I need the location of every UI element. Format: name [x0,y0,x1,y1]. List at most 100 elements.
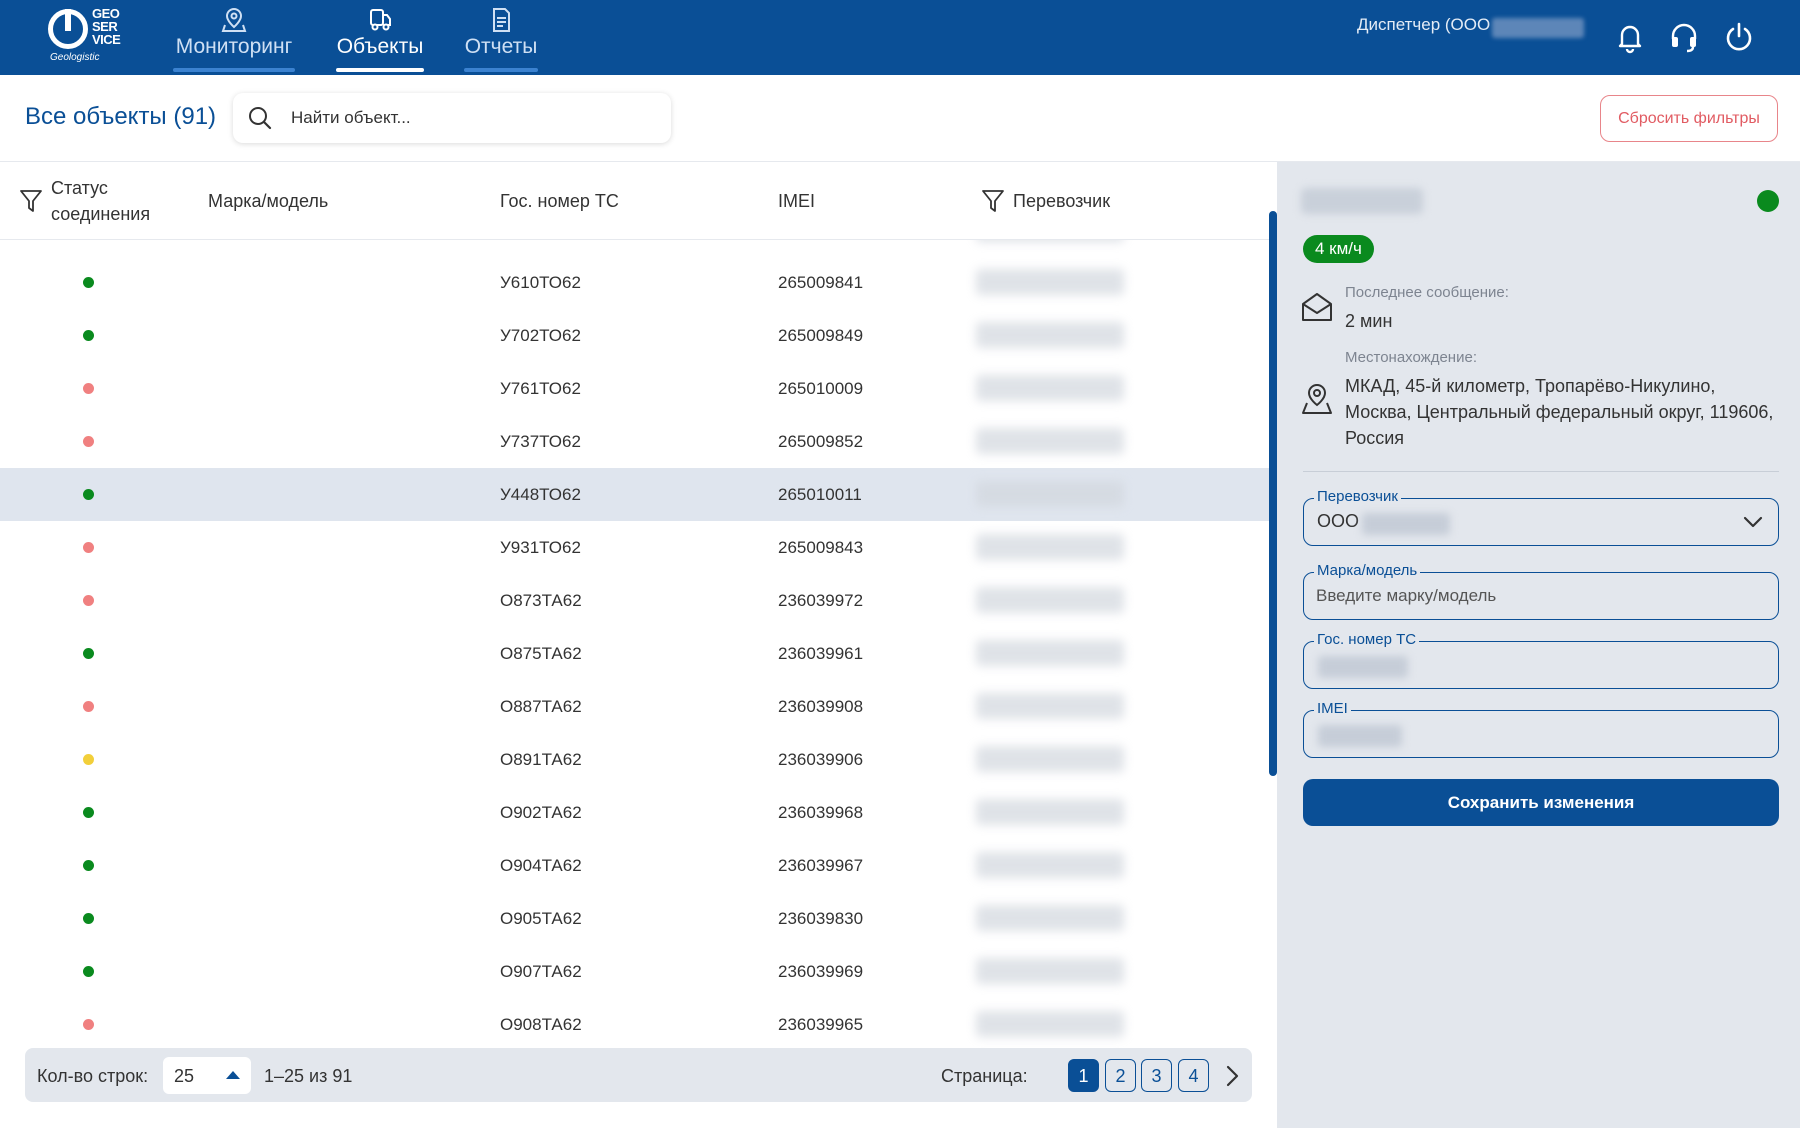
nav-reports[interactable]: Отчеты [464,6,538,72]
nav-underline [336,68,424,72]
status-dot [83,966,94,977]
table-row[interactable]: У610ТО62 265009841 [0,256,1276,309]
rows-per-page-value: 25 [174,1066,195,1086]
plate-field[interactable]: Гос. номер ТС [1303,631,1779,689]
plate-cell: У448ТО62 [500,484,581,504]
headset-icon[interactable] [1667,20,1701,54]
reset-filters-button[interactable]: Сбросить фильтры [1600,95,1778,142]
nav-monitoring[interactable]: Мониторинг [173,6,295,72]
top-bar: GEO SER VICE Geologistic Мониторинг Объе… [0,0,1800,75]
plate-cell: О875ТА62 [500,643,582,663]
carrier-name-redacted [1362,513,1450,535]
column-carrier[interactable]: Перевозчик [981,162,1110,240]
power-icon[interactable] [1722,20,1756,54]
table-row[interactable]: О875ТА62 236039961 [0,627,1276,680]
table-row[interactable]: У931ТО62 265009843 [0,521,1276,574]
carrier-cell-redacted [976,640,1124,666]
model-field[interactable]: Марка/модель [1303,562,1779,620]
carrier-cell-redacted [976,852,1124,878]
carrier-cell-redacted [976,905,1124,931]
carrier-cell-redacted [976,958,1124,984]
plate-cell: О905ТА62 [500,908,582,928]
page-button-2[interactable]: 2 [1105,1059,1136,1092]
user-name-redacted [1492,18,1584,38]
logo-mark [48,9,88,49]
logo[interactable]: GEO SER VICE Geologistic [48,6,128,66]
carrier-select[interactable]: Перевозчик ООО [1303,488,1779,546]
page-button-1[interactable]: 1 [1068,1059,1099,1092]
save-changes-button[interactable]: Сохранить изменения [1303,779,1779,826]
nav-reports-label: Отчеты [464,35,538,58]
column-imei[interactable]: IMEI [778,162,815,240]
table-scrollbar[interactable] [1269,211,1277,776]
table-row[interactable]: У761ТО62 265010009 [0,362,1276,415]
plate-cell: О904ТА62 [500,855,582,875]
page-label: Страница: [941,1066,1028,1086]
plate-cell: О891ТА62 [500,749,582,769]
carrier-select-value: ООО [1317,511,1360,531]
filter-icon[interactable] [981,188,1005,214]
model-field-label: Марка/модель [1314,562,1421,579]
chevron-down-icon [1743,516,1763,528]
filter-icon[interactable] [19,188,43,214]
speed-badge: 4 км/ч [1303,235,1374,263]
status-dot [83,330,94,341]
table-row[interactable]: У702ТО62 265009849 [0,309,1276,362]
page-title: Все объекты (91) [25,103,217,130]
plate-cell: У702ТО62 [500,325,581,345]
plate-field-label: Гос. номер ТС [1314,631,1420,648]
plate-cell: Е477ТО62 [500,240,581,256]
carrier-cell-redacted [976,746,1124,772]
column-status[interactable]: Статус соединения [19,162,189,240]
envelope-open-icon [1302,293,1332,321]
table-row[interactable]: О904ТА62 236039967 [0,839,1276,892]
table-row[interactable]: О887ТА62 236039908 [0,680,1276,733]
rows-per-page-label: Кол-во строк: [37,1066,149,1086]
nav-objects-label: Объекты [336,35,424,58]
imei-cell: 236039969 [778,961,864,981]
search-input[interactable] [291,103,651,133]
column-plate[interactable]: Гос. номер ТС [500,162,619,240]
table-row[interactable]: О908ТА62 236039965 [0,998,1276,1050]
table-row[interactable]: О873ТА62 236039972 [0,574,1276,627]
carrier-cell-redacted [976,1011,1124,1037]
carrier-cell-redacted [976,481,1124,507]
imei-cell: 265009841 [778,272,864,292]
carrier-field-label: Перевозчик [1314,488,1401,505]
status-dot [83,595,94,606]
plate-cell: У761ТО62 [500,378,581,398]
imei-field-label: IMEI [1314,700,1351,717]
table-row[interactable]: У448ТО62 265010011 [0,468,1276,521]
table-row[interactable]: О907ТА62 236039969 [0,945,1276,998]
nav-objects[interactable]: Объекты [336,6,424,72]
column-carrier-label: Перевозчик [1013,190,1111,211]
location-label: Местонахождение: [1345,349,1477,366]
carrier-cell-redacted [976,587,1124,613]
status-dot [83,436,94,447]
search-box[interactable] [233,93,671,143]
location-value: МКАД, 45-й километр, Тропарёво-Никулино,… [1345,376,1774,448]
plate-cell: О902ТА62 [500,802,582,822]
page-button-3[interactable]: 3 [1141,1059,1172,1092]
carrier-cell-redacted [976,534,1124,560]
carrier-cell-redacted [976,269,1124,295]
report-icon [493,8,510,32]
table-row[interactable]: У737ТО62 265009852 [0,415,1276,468]
bell-icon[interactable] [1613,20,1647,54]
table-row[interactable]: Е477ТО62 330000311 [0,240,1276,256]
table-body: Е477ТО62 330000311 У610ТО62 265009841 У702ТО… [0,240,1276,1050]
rows-per-page-select[interactable]: 25 [163,1057,251,1094]
table-header: Статус соединения Марка/модель Гос. номе… [0,162,1276,240]
model-input[interactable] [1316,583,1756,609]
table-row[interactable]: О902ТА62 236039968 [0,786,1276,839]
column-model[interactable]: Марка/модель [208,162,328,240]
plate-cell: У737ТО62 [500,431,581,451]
table-row[interactable]: О891ТА62 236039906 [0,733,1276,786]
table-row[interactable]: О905ТА62 236039830 [0,892,1276,945]
nav-monitoring-label: Мониторинг [175,35,293,58]
page-button-4[interactable]: 4 [1178,1059,1209,1092]
truck-icon [370,9,391,31]
plate-cell: У610ТО62 [500,272,581,292]
imei-field[interactable]: IMEI [1303,700,1779,758]
chevron-right-icon[interactable] [1221,1064,1243,1088]
